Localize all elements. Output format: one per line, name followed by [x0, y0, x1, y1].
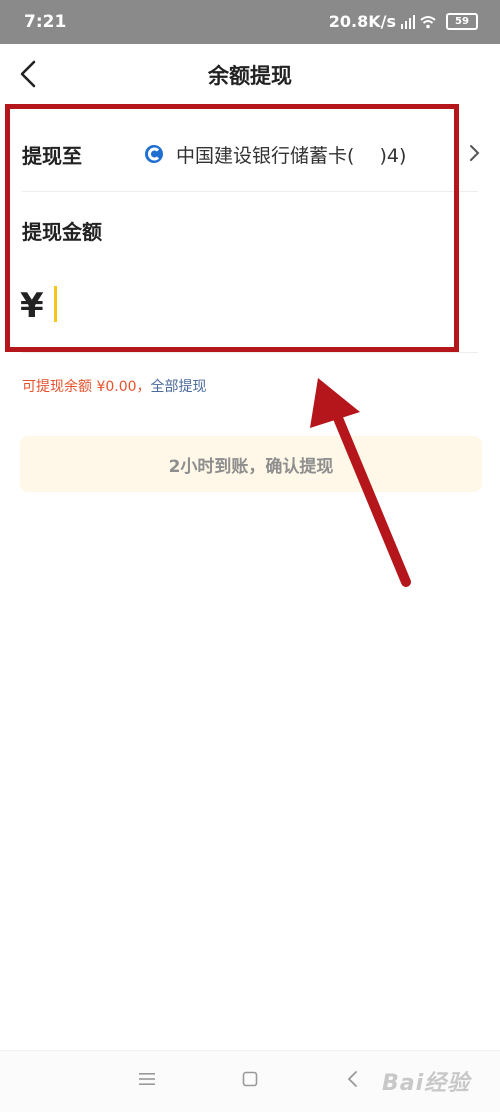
withdraw-amount-label: 提现金额: [22, 220, 102, 244]
bank-card-name: 中国建设银行储蓄卡( )4): [176, 145, 407, 167]
available-balance: 可提现余额 ¥0.00，全部提现: [22, 376, 207, 396]
nav-bar: 余额提现: [0, 44, 500, 104]
withdraw-all-link[interactable]: 全部提现: [151, 379, 207, 395]
watermark: Bai经验: [382, 1071, 471, 1096]
status-bar: 7:21 20.8K/s 59: [0, 0, 500, 44]
currency-symbol: ¥: [20, 286, 44, 326]
confirm-withdraw-button[interactable]: 2小时到账，确认提现: [20, 436, 482, 492]
ccb-bank-logo-icon: [145, 145, 163, 163]
menu-icon[interactable]: [138, 1071, 156, 1087]
withdraw-to-label: 提现至: [22, 144, 82, 168]
battery-icon: 59: [446, 13, 478, 30]
hd-signal-icon: [401, 14, 415, 29]
amount-input[interactable]: [54, 286, 57, 322]
withdraw-to-row[interactable]: 提现至 中国建设银行储蓄卡( )4): [0, 120, 500, 192]
status-time: 7:21: [24, 12, 67, 32]
available-balance-text: 可提现余额 ¥0.00，: [22, 379, 151, 395]
back-icon[interactable]: [346, 1069, 360, 1089]
divider: [22, 352, 478, 353]
network-speed: 20.8K/s: [328, 12, 396, 31]
divider: [22, 191, 478, 192]
system-nav-bar: Bai经验: [0, 1050, 500, 1112]
wifi-icon: [420, 15, 436, 28]
chevron-right-icon: [470, 145, 480, 161]
page-title: 余额提现: [208, 64, 292, 88]
home-icon[interactable]: [242, 1071, 258, 1087]
status-indicators: 20.8K/s 59: [329, 12, 478, 31]
